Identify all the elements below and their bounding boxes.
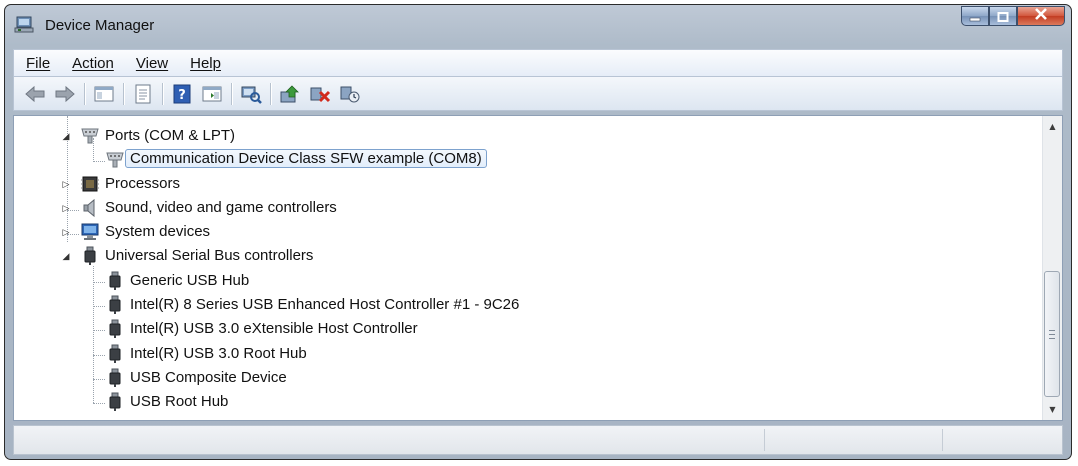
menu-help[interactable]: Help <box>190 55 221 72</box>
tree-item-label: USB Composite Device <box>130 369 287 386</box>
device-tree-panel: ◢ Ports (COM & LPT) Communication Device… <box>13 115 1063 421</box>
status-bar <box>13 425 1063 455</box>
grip-icon <box>1049 329 1055 339</box>
selected-device-label: Communication Device Class SFW example (… <box>125 149 487 168</box>
toolbar-separator <box>231 82 232 105</box>
usb-icon <box>105 319 125 339</box>
status-pane <box>764 429 765 451</box>
help-icon[interactable]: ? <box>171 83 193 105</box>
scan-hardware-changes-icon[interactable] <box>240 83 262 105</box>
vertical-scrollbar[interactable]: ▲ ▼ <box>1042 116 1062 420</box>
collapse-arrow-icon[interactable]: ◢ <box>61 251 71 261</box>
tree-item-label: Intel(R) USB 3.0 Root Hub <box>130 345 307 362</box>
tree-item-label: Universal Serial Bus controllers <box>105 247 314 264</box>
svg-text:?: ? <box>178 88 186 103</box>
tree-item-label: System devices <box>105 223 211 240</box>
scrollbar-thumb[interactable] <box>1044 271 1060 397</box>
title-bar[interactable]: Device Manager <box>5 5 1071 43</box>
tree-category-sound[interactable]: ▷ Sound, video and game controllers <box>14 196 914 220</box>
menu-file[interactable]: File <box>26 55 50 72</box>
back-arrow-icon[interactable] <box>24 83 46 105</box>
device-manager-icon <box>14 16 34 34</box>
usb-icon <box>80 246 100 266</box>
toolbar: ? <box>13 77 1063 111</box>
device-tree[interactable]: ◢ Ports (COM & LPT) Communication Device… <box>14 116 1043 420</box>
toolbar-separator <box>84 82 85 105</box>
tree-device-intel-enhanced-host-controller[interactable]: Intel(R) 8 Series USB Enhanced Host Cont… <box>14 293 914 317</box>
scroll-down-arrow-icon[interactable]: ▼ <box>1043 401 1062 418</box>
tree-device-communication-device[interactable]: Communication Device Class SFW example (… <box>14 148 914 172</box>
close-button[interactable] <box>1017 6 1065 26</box>
port-icon <box>105 150 125 170</box>
menu-view[interactable]: View <box>136 55 168 72</box>
usb-icon <box>105 344 125 364</box>
tree-item-label: Ports (COM & LPT) <box>105 127 236 144</box>
tree-device-usb-composite-device[interactable]: USB Composite Device <box>14 366 914 390</box>
forward-arrow-icon[interactable] <box>54 83 76 105</box>
expand-arrow-icon[interactable]: ▷ <box>61 203 71 213</box>
tree-item-label: Intel(R) USB 3.0 eXtensible Host Control… <box>130 320 418 337</box>
menu-bar: File Action View Help <box>13 49 1063 77</box>
minimize-button[interactable] <box>961 6 989 26</box>
window-title: Device Manager <box>45 17 155 34</box>
show-hide-action-pane-icon[interactable] <box>201 83 223 105</box>
tree-item-label: Processors <box>105 175 181 192</box>
usb-icon <box>105 392 125 412</box>
speaker-icon <box>80 198 100 218</box>
toolbar-separator <box>162 82 163 105</box>
tree-category-ports[interactable]: ◢ Ports (COM & LPT) <box>14 124 914 148</box>
caption-buttons <box>961 6 1065 26</box>
usb-icon <box>105 271 125 291</box>
usb-icon <box>105 295 125 315</box>
update-driver-icon[interactable] <box>279 83 301 105</box>
maximize-icon <box>997 7 1009 26</box>
expand-arrow-icon[interactable]: ▷ <box>61 179 71 189</box>
maximize-button[interactable] <box>989 6 1017 26</box>
disable-device-icon[interactable] <box>309 83 331 105</box>
tree-item-label: USB Root Hub <box>130 393 229 410</box>
scroll-up-arrow-icon[interactable]: ▲ <box>1043 118 1062 135</box>
show-hide-console-tree-icon[interactable] <box>93 83 115 105</box>
tree-item-label: Intel(R) 8 Series USB Enhanced Host Cont… <box>130 296 520 313</box>
collapse-arrow-icon[interactable]: ◢ <box>61 131 71 141</box>
tree-device-usb-root-hub[interactable]: USB Root Hub <box>14 390 914 414</box>
properties-icon[interactable] <box>132 83 154 105</box>
tree-item-label: Sound, video and game controllers <box>105 199 337 216</box>
tree-device-intel-extensible-host-controller[interactable]: Intel(R) USB 3.0 eXtensible Host Control… <box>14 317 914 341</box>
uninstall-device-icon[interactable] <box>339 83 361 105</box>
tree-category-usb-controllers[interactable]: ◢ Universal Serial Bus controllers <box>14 244 914 268</box>
expand-arrow-icon[interactable]: ▷ <box>61 227 71 237</box>
minimize-icon <box>969 7 981 26</box>
close-icon <box>1034 8 1048 24</box>
computer-icon <box>80 222 100 242</box>
status-pane <box>942 429 943 451</box>
usb-icon <box>105 368 125 388</box>
tree-category-system-devices[interactable]: ▷ System devices <box>14 220 914 244</box>
processor-icon <box>80 174 100 194</box>
tree-device-intel-usb3-root-hub[interactable]: Intel(R) USB 3.0 Root Hub <box>14 342 914 366</box>
menu-action[interactable]: Action <box>72 55 114 72</box>
port-icon <box>80 126 100 146</box>
tree-item-label: Generic USB Hub <box>130 272 250 289</box>
toolbar-separator <box>270 82 271 105</box>
toolbar-separator <box>123 82 124 105</box>
device-manager-window: Device Manager File Action View Help ? ◢… <box>4 4 1072 460</box>
tree-device-generic-usb-hub[interactable]: Generic USB Hub <box>14 269 914 293</box>
tree-category-processors[interactable]: ▷ Processors <box>14 172 914 196</box>
